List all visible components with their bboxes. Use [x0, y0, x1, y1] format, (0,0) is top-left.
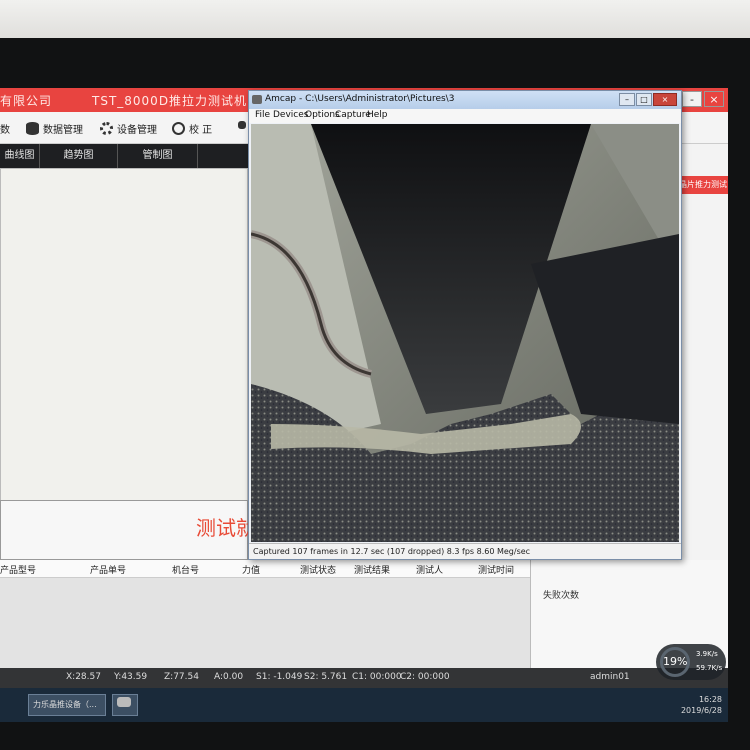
menu-file[interactable]: File [255, 110, 270, 120]
taskbar-item-app[interactable]: 力乐晶推设备（... [28, 694, 106, 716]
col-test-state[interactable]: 测试状态 [300, 563, 336, 576]
menu-devices[interactable]: Devices [273, 110, 308, 120]
calibrate-label: 校 正 [189, 125, 213, 136]
status-c1: C1: 00:000 [352, 672, 402, 682]
window-controls: - × [682, 91, 724, 107]
download-speed: 59.7K/s [696, 664, 723, 672]
toolbar-item-params[interactable]: 数 [0, 121, 10, 136]
clock-date: 2019/6/28 [680, 706, 722, 715]
clock-time: 16:28 [698, 695, 722, 704]
col-machine-no[interactable]: 机台号 [172, 563, 199, 576]
status-bar: X:28.57 Y:43.59 Z:77.54 A:0.00 S1: -1.04… [0, 668, 728, 688]
right-control-panel: 晶片推力测试 [676, 144, 728, 560]
database-icon [26, 122, 39, 135]
amcap-window-controls: – □ × [619, 93, 677, 106]
amcap-title: Amcap - C:\Users\Administrator\Pictures\… [265, 94, 455, 104]
fail-count-label: 失败次数 [543, 591, 580, 601]
col-test-result[interactable]: 测试结果 [354, 563, 390, 576]
push-test-button[interactable]: 晶片推力测试 [677, 176, 728, 194]
upload-speed: 3.9K/s [696, 650, 718, 658]
wall-background [0, 0, 750, 42]
status-s1: S1: -1.049 [256, 672, 303, 682]
device-mgmt-button[interactable]: 设备管理 [100, 121, 157, 136]
amcap-menu-bar: File Devices Options Capture Help [249, 109, 681, 123]
toolbar-item-more[interactable] [238, 121, 246, 129]
menu-help[interactable]: Help [367, 110, 388, 120]
company-name: 有限公司 [0, 94, 53, 108]
close-button[interactable]: × [704, 91, 724, 107]
amcap-capture-status: Captured 107 frames in 12.7 sec (107 dro… [253, 547, 531, 556]
amcap-minimize-button[interactable]: – [619, 93, 635, 106]
taskbar-clock[interactable]: 16:28 2019/6/28 [681, 694, 722, 716]
taskbar: 力乐晶推设备（... 16:28 2019/6/28 [0, 688, 728, 722]
col-test-time[interactable]: 测试时间 [478, 563, 514, 576]
amcap-close-button[interactable]: × [653, 93, 677, 106]
status-x: X:28.57 [66, 672, 101, 682]
microscope-image [251, 124, 679, 542]
calibrate-icon [172, 122, 185, 135]
device-mgmt-label: 设备管理 [117, 125, 157, 136]
amcap-maximize-button[interactable]: □ [636, 93, 652, 106]
ready-status-text: 测试就 [196, 516, 256, 540]
tab-trend[interactable]: 趋势图 [40, 144, 118, 168]
results-table-body [0, 578, 530, 668]
results-table-header: 产品型号 产品单号 机台号 力值 测试状态 测试结果 测试人 测试时间 [0, 560, 530, 578]
toolbar-item-params-label: 数 [0, 125, 10, 136]
amcap-status-bar: Captured 107 frames in 12.7 sec (107 dro… [249, 543, 681, 559]
cpu-percent: 19% [660, 647, 690, 677]
col-force[interactable]: 力值 [242, 563, 260, 576]
camera-preview [251, 124, 679, 542]
amcap-title-bar[interactable]: Amcap - C:\Users\Administrator\Pictures\… [249, 91, 681, 109]
network-speed-widget[interactable]: 19% 3.9K/s 59.7K/s [656, 644, 726, 680]
status-s2: S2: 5.761 [304, 672, 348, 682]
tab-control[interactable]: 管制图 [118, 144, 198, 168]
camera-icon [252, 95, 262, 104]
gear-icon [100, 122, 113, 135]
monitor-screen: 有限公司 TST_8000D推拉力测试机 - × 数 数据管理 设备管理 校 正… [0, 88, 728, 722]
app-title: TST_8000D推拉力测试机 [92, 94, 248, 108]
col-product-order[interactable]: 产品单号 [90, 563, 126, 576]
status-a: A:0.00 [214, 672, 244, 682]
status-z: Z:77.54 [164, 672, 199, 682]
data-mgmt-button[interactable]: 数据管理 [26, 121, 83, 136]
col-product-model[interactable]: 产品型号 [0, 563, 36, 576]
status-user: admin01 [590, 672, 630, 682]
status-y: Y:43.59 [114, 672, 148, 682]
data-mgmt-label: 数据管理 [43, 125, 83, 136]
status-c2: C2: 00:000 [400, 672, 450, 682]
move-icon [238, 121, 246, 129]
menu-capture[interactable]: Capture [335, 110, 371, 120]
taskbar-item-amcap[interactable] [112, 694, 138, 716]
col-tester[interactable]: 测试人 [416, 563, 443, 576]
camera-icon [117, 697, 131, 707]
amcap-window: Amcap - C:\Users\Administrator\Pictures\… [248, 90, 682, 560]
calibrate-button[interactable]: 校 正 [172, 121, 212, 136]
chart-tabs: 曲线图 趋势图 管制图 [0, 144, 248, 168]
minimize-button[interactable]: - [682, 91, 702, 107]
tab-curve[interactable]: 曲线图 [0, 144, 40, 168]
